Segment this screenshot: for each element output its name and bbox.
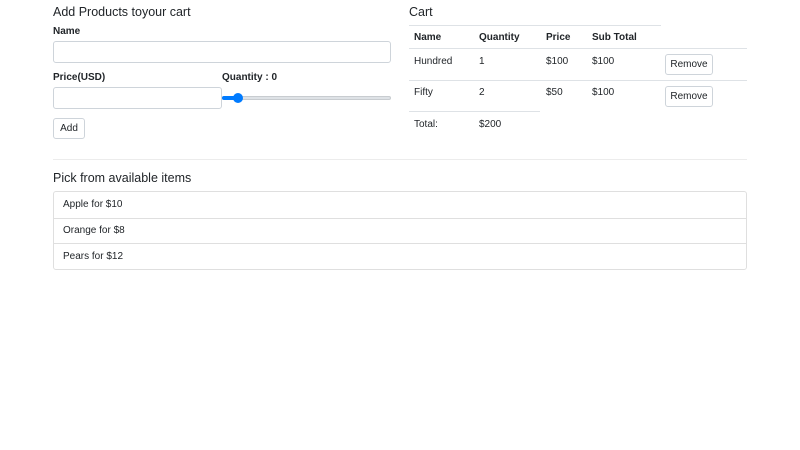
name-input[interactable] <box>53 41 391 63</box>
list-item[interactable]: Pears for $12 <box>54 243 746 269</box>
available-items-list: Apple for $10 Orange for $8 Pears for $1… <box>53 191 747 270</box>
quantity-slider[interactable] <box>222 92 391 104</box>
row-price: $100 <box>546 56 569 67</box>
row-price: $50 <box>546 87 563 98</box>
header-name: Name <box>414 32 442 43</box>
slider-thumb[interactable] <box>233 93 244 103</box>
name-label: Name <box>53 26 81 37</box>
cart-title: Cart <box>409 5 433 19</box>
row-border <box>409 80 747 81</box>
row-quantity: 1 <box>479 56 485 67</box>
list-item[interactable]: Orange for $8 <box>54 217 746 244</box>
row-quantity: 2 <box>479 87 485 98</box>
add-products-title: Add Products toyour cart <box>53 5 191 19</box>
add-button[interactable]: Add <box>53 118 85 139</box>
price-input[interactable] <box>53 87 222 109</box>
row-name: Fifty <box>414 87 433 98</box>
header-subtotal: Sub Total <box>592 32 637 43</box>
total-value: $200 <box>479 119 502 130</box>
header-price: Price <box>546 32 571 43</box>
list-item[interactable]: Apple for $10 <box>54 192 746 218</box>
table-top-border <box>409 25 661 26</box>
available-items-title: Pick from available items <box>53 171 192 185</box>
remove-button[interactable]: Remove <box>665 54 713 75</box>
slider-track <box>222 96 391 100</box>
quantity-label: Quantity : 0 <box>222 72 278 83</box>
row-subtotal: $100 <box>592 56 615 67</box>
section-divider <box>53 159 747 160</box>
header-quantity: Quantity <box>479 32 520 43</box>
table-header-border <box>409 48 747 49</box>
row-name: Hundred <box>414 56 453 67</box>
total-border <box>409 111 540 112</box>
price-label: Price(USD) <box>53 72 106 83</box>
total-label: Total: <box>414 119 438 130</box>
row-subtotal: $100 <box>592 87 615 98</box>
remove-button[interactable]: Remove <box>665 86 713 107</box>
